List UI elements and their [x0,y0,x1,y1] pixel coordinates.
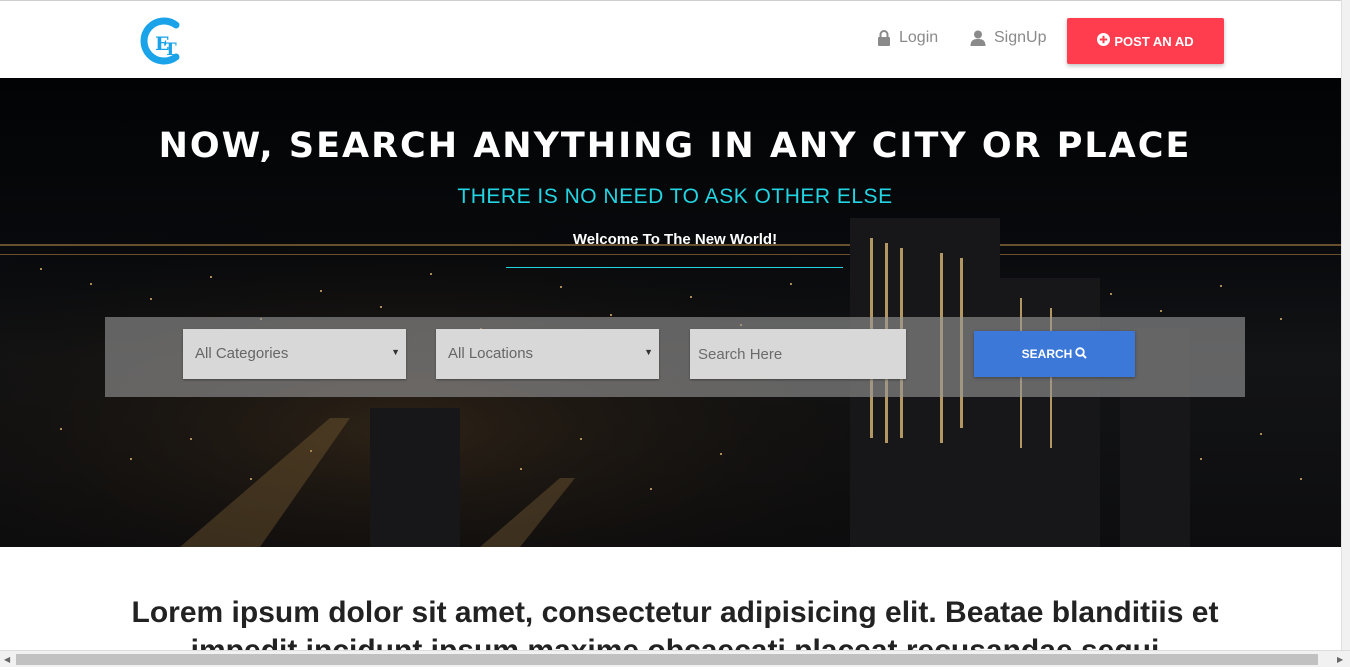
user-icon [970,30,986,46]
search-panel: All Categories ▼ All Locations ▼ SEARCH [105,317,1245,397]
navbar: E T Login SignUp POST AN AD [0,0,1350,78]
chevron-down-icon: ▼ [391,347,400,357]
scroll-left-icon[interactable]: ◀ [4,655,10,664]
post-ad-button[interactable]: POST AN AD [1067,18,1224,64]
signup-link[interactable]: SignUp [970,29,1046,47]
logo[interactable]: E T [136,15,186,67]
search-button[interactable]: SEARCH [974,331,1135,377]
location-select-value: All Locations [448,345,534,362]
post-ad-label: POST AN AD [1114,33,1194,49]
location-select[interactable]: All Locations ▼ [436,329,659,379]
login-label: Login [899,29,939,46]
svg-text:T: T [164,40,177,60]
scroll-right-icon[interactable]: ▶ [1337,655,1343,664]
plus-circle-icon [1097,33,1111,49]
horizontal-scrollbar[interactable]: ◀ ▶ [0,650,1350,667]
horizontal-scrollbar-thumb[interactable] [16,654,1318,665]
search-input[interactable] [690,329,906,379]
search-button-label: SEARCH [1021,347,1073,361]
chevron-down-icon: ▼ [644,347,653,357]
search-icon [1075,346,1088,362]
login-link[interactable]: Login [877,29,938,47]
lock-icon [877,30,891,46]
signup-label: SignUp [994,29,1047,46]
hero-banner: Now, search anything in any city or plac… [0,78,1341,547]
vertical-scrollbar[interactable] [1341,0,1350,650]
hero-subtitle: THERE IS NO NEED TO ASK OTHER ELSE [457,185,893,208]
hero-divider [506,267,843,268]
category-select-value: All Categories [195,345,289,362]
category-select[interactable]: All Categories ▼ [183,329,406,379]
hero-title: Now, search anything in any city or plac… [158,126,1192,166]
hero-welcome-text: Welcome To The New World! [572,231,778,248]
